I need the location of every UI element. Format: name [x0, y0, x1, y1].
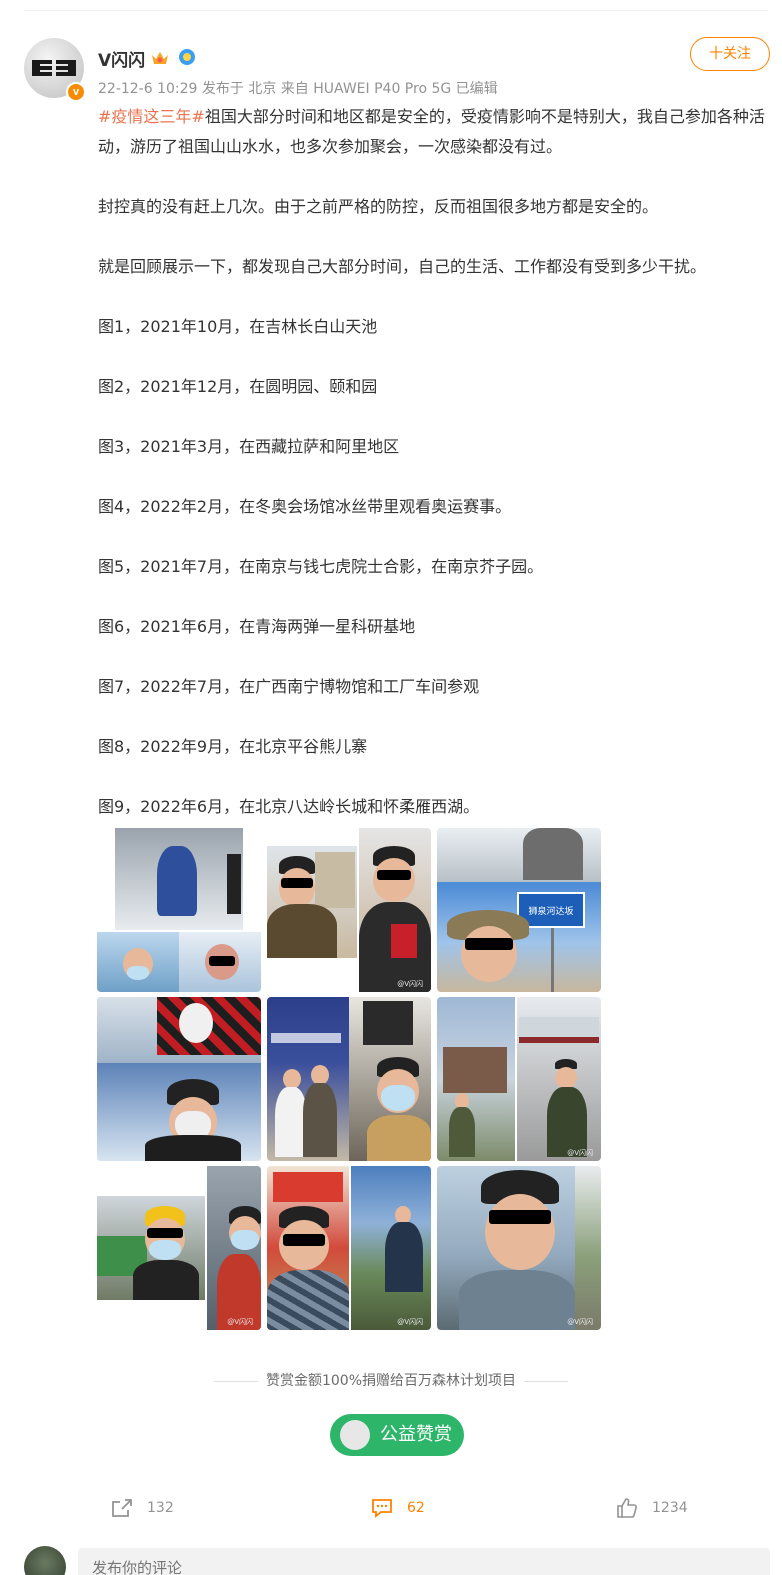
- like-button[interactable]: 1234: [616, 1496, 688, 1520]
- member-crown-icon: [152, 52, 168, 64]
- repost-button[interactable]: 132: [111, 1496, 174, 1520]
- post-paragraph: 图5，2021年7月，在南京与钱七虎院士合影，在南京芥子园。: [98, 557, 544, 576]
- gallery-image-2[interactable]: @V闪闪: [267, 828, 431, 992]
- verified-v-badge: v: [66, 82, 86, 102]
- follow-button[interactable]: 十关注: [690, 37, 770, 71]
- post-paragraph: 图8，2022年9月，在北京平谷熊儿寨: [98, 737, 368, 756]
- comment-area: [0, 1536, 782, 1575]
- divider-line: [213, 1380, 258, 1382]
- donate-button-label: 公益赞赏: [380, 1424, 452, 1445]
- thumbs-up-icon: [617, 1498, 637, 1518]
- verified-blue-icon: [179, 49, 195, 65]
- watermark: @V闪闪: [397, 1318, 423, 1326]
- post-paragraph: 图9，2022年6月，在北京八达岭长城和怀柔雁西湖。: [98, 797, 480, 816]
- post-paragraph: 图3，2021年3月，在西藏拉萨和阿里地区: [98, 437, 400, 456]
- current-user-avatar[interactable]: [24, 1546, 66, 1575]
- gallery-sign-text: 狮泉河达坂: [528, 907, 574, 917]
- gallery-image-3[interactable]: 狮泉河达坂: [437, 828, 601, 992]
- post-paragraph: 图2，2021年12月，在圆明园、颐和园: [98, 377, 378, 396]
- post-paragraph: 封控真的没有赶上几次。由于之前严格的防控，反而祖国很多地方都是安全的。: [98, 197, 659, 216]
- like-count: 1234: [652, 1500, 688, 1516]
- gallery-image-4[interactable]: [97, 997, 261, 1161]
- post-paragraph: 图6，2021年6月，在青海两弹一星科研基地: [98, 617, 416, 636]
- post-paragraph: 图7，2022年7月，在广西南宁博物馆和工厂车间参观: [98, 677, 480, 696]
- gallery-image-1[interactable]: [97, 828, 261, 992]
- hashtag-link[interactable]: #疫情这三年#: [98, 107, 205, 126]
- comment-input[interactable]: [78, 1548, 770, 1575]
- donate-button[interactable]: 公益赞赏: [330, 1414, 464, 1456]
- gallery-image-5[interactable]: [267, 997, 431, 1161]
- watermark: @V闪闪: [227, 1318, 253, 1326]
- gallery-image-9[interactable]: @V闪闪: [437, 1166, 601, 1330]
- author-name[interactable]: V闪闪: [98, 46, 145, 71]
- repost-icon: [112, 1499, 132, 1517]
- gallery-image-6[interactable]: @V闪闪: [437, 997, 601, 1161]
- watermark: @V闪闪: [567, 1149, 593, 1157]
- comment-icon: [372, 1499, 392, 1518]
- post-paragraph: 图4，2022年2月，在冬奥会场馆冰丝带里观看奥运赛事。: [98, 497, 512, 516]
- repost-count: 132: [147, 1500, 174, 1516]
- donate-note-text: 赞赏金额100%捐赠给百万森林计划项目: [265, 1373, 517, 1389]
- top-divider: [24, 10, 768, 11]
- watermark: @V闪闪: [397, 980, 423, 988]
- gallery-image-8[interactable]: @V闪闪: [267, 1166, 431, 1330]
- gallery-image-7[interactable]: @V闪闪: [97, 1166, 261, 1330]
- post-paragraph-1: #疫情这三年#祖国大部分时间和地区都是安全的，受疫情影响不是特别大，我自己参加各…: [98, 102, 770, 162]
- post-paragraph: 就是回顾展示一下，都发现自己大部分时间，自己的生活、工作都没有受到多少干扰。: [98, 257, 707, 276]
- image-gallery: @V闪闪 狮泉河达坂 @V闪闪 @V闪闪 @V闪闪 @V闪闪: [97, 828, 602, 1331]
- comment-count: 62: [407, 1500, 425, 1516]
- watermark: @V闪闪: [567, 1318, 593, 1326]
- donate-note: 赞赏金额100%捐赠给百万森林计划项目: [0, 1370, 782, 1390]
- divider-line: [524, 1380, 569, 1382]
- post-body: #疫情这三年#祖国大部分时间和地区都是安全的，受疫情影响不是特别大，我自己参加各…: [98, 102, 770, 822]
- donate-avatar-icon: [340, 1420, 370, 1450]
- comment-button[interactable]: 62: [371, 1496, 425, 1520]
- post-paragraph: 图1，2021年10月，在吉林长白山天池: [98, 317, 378, 336]
- post-meta: 22-12-6 10:29 发布于 北京 来自 HUAWEI P40 Pro 5…: [98, 81, 498, 97]
